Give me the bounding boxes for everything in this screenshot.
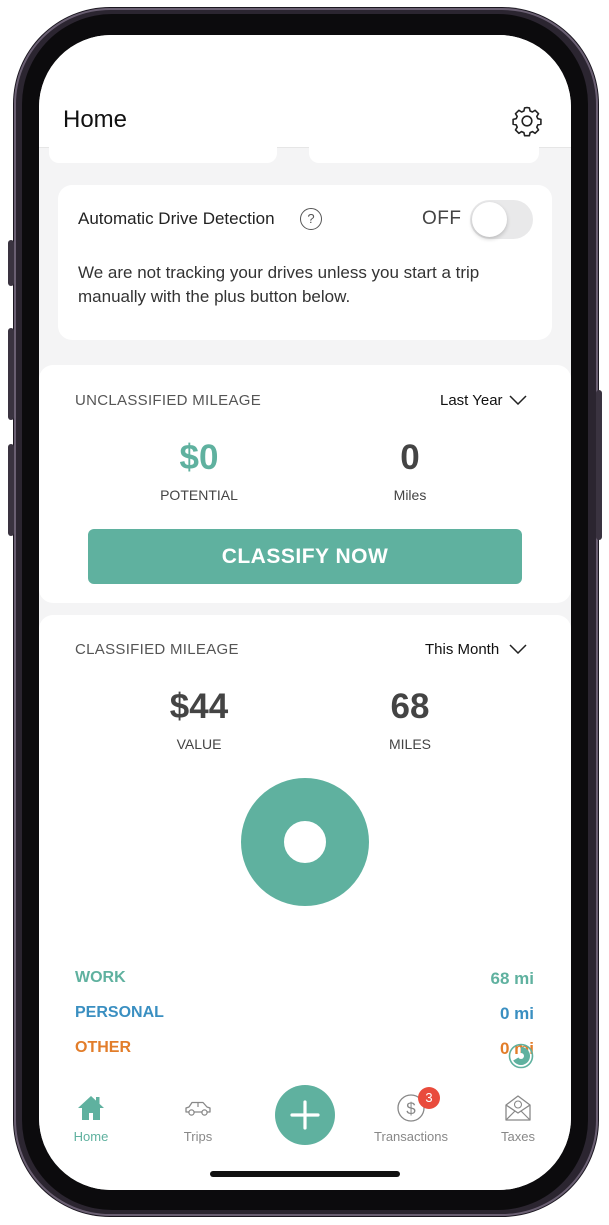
potential-label: POTENTIAL <box>160 487 238 503</box>
mute-switch <box>8 240 14 286</box>
chevron-down-icon[interactable] <box>509 395 527 405</box>
toggle-knob <box>472 202 507 237</box>
unclassified-label: UNCLASSIFIED MILEAGE <box>75 392 262 409</box>
category-name: OTHER <box>75 1039 131 1056</box>
gear-icon[interactable] <box>511 105 543 137</box>
summary-card-peek-right <box>309 141 539 163</box>
category-row-work[interactable]: WORK 68 mi <box>75 969 534 988</box>
start-trip-plus-button[interactable] <box>275 1085 335 1145</box>
help-icon[interactable]: ? <box>300 208 322 230</box>
plus-icon <box>290 1100 320 1130</box>
unclassified-period-select[interactable]: Last Year <box>440 392 503 409</box>
donut-segment-work <box>241 778 369 906</box>
tab-label-trips: Trips <box>183 1129 213 1144</box>
home-indicator[interactable] <box>210 1171 400 1177</box>
tab-label-transactions: Transactions <box>374 1129 448 1144</box>
drive-detection-title: Automatic Drive Detection <box>78 209 275 228</box>
tab-label-home: Home <box>73 1129 109 1144</box>
home-icon <box>78 1096 104 1120</box>
toggle-state-label: OFF <box>422 208 462 229</box>
category-value: 0 mi <box>499 1004 534 1023</box>
chevron-down-icon[interactable] <box>509 644 527 654</box>
category-row-other[interactable]: OTHER 0 mi <box>75 1039 534 1058</box>
summary-card-peek-left <box>49 141 277 163</box>
header-bar: Home <box>39 35 571 148</box>
classified-mileage-card: CLASSIFIED MILEAGE This Month $44 VALUE … <box>39 615 571 1085</box>
drive-detection-card: Automatic Drive Detection ? OFF We are n… <box>58 185 552 340</box>
tab-transactions[interactable]: $ Transactions <box>366 1093 456 1144</box>
car-icon <box>185 1101 211 1116</box>
unclassified-miles-value: 0 <box>400 438 420 477</box>
tab-home[interactable]: Home <box>46 1093 136 1144</box>
svg-text:$: $ <box>406 1099 416 1118</box>
mileage-donut-chart <box>241 778 369 906</box>
app-screen: Home Automatic Drive Detection ? OFF We … <box>39 35 571 1190</box>
unclassified-miles-label: Miles <box>393 487 427 503</box>
category-row-personal[interactable]: PERSONAL 0 mi <box>75 1004 534 1023</box>
tab-label-taxes: Taxes <box>501 1129 535 1144</box>
volume-up-button <box>8 328 14 420</box>
unclassified-mileage-card: UNCLASSIFIED MILEAGE Last Year $0 POTENT… <box>39 365 571 603</box>
drive-detection-toggle[interactable] <box>470 200 533 239</box>
tab-taxes[interactable]: Taxes <box>473 1093 563 1144</box>
classified-value-label: VALUE <box>176 736 222 752</box>
power-button <box>596 390 602 540</box>
classified-label: CLASSIFIED MILEAGE <box>75 641 239 658</box>
volume-down-button <box>8 444 14 536</box>
classify-now-button[interactable]: CLASSIFY NOW <box>88 529 522 584</box>
tab-trips[interactable]: Trips <box>153 1093 243 1144</box>
category-value: 68 mi <box>490 969 534 988</box>
classified-period-select[interactable]: This Month <box>425 641 499 658</box>
transactions-badge: 3 <box>418 1087 440 1109</box>
classified-miles-label: MILES <box>388 736 431 752</box>
pie-chart-icon[interactable] <box>508 1043 534 1069</box>
classified-value: $44 <box>169 687 229 726</box>
classified-miles-value: 68 <box>390 687 430 726</box>
drive-detection-description: We are not tracking your drives unless y… <box>78 263 480 306</box>
category-name: PERSONAL <box>75 1004 164 1021</box>
category-name: WORK <box>75 969 126 986</box>
envelope-icon <box>505 1095 531 1121</box>
potential-value: $0 <box>179 438 219 477</box>
page-title: Home <box>63 106 128 133</box>
